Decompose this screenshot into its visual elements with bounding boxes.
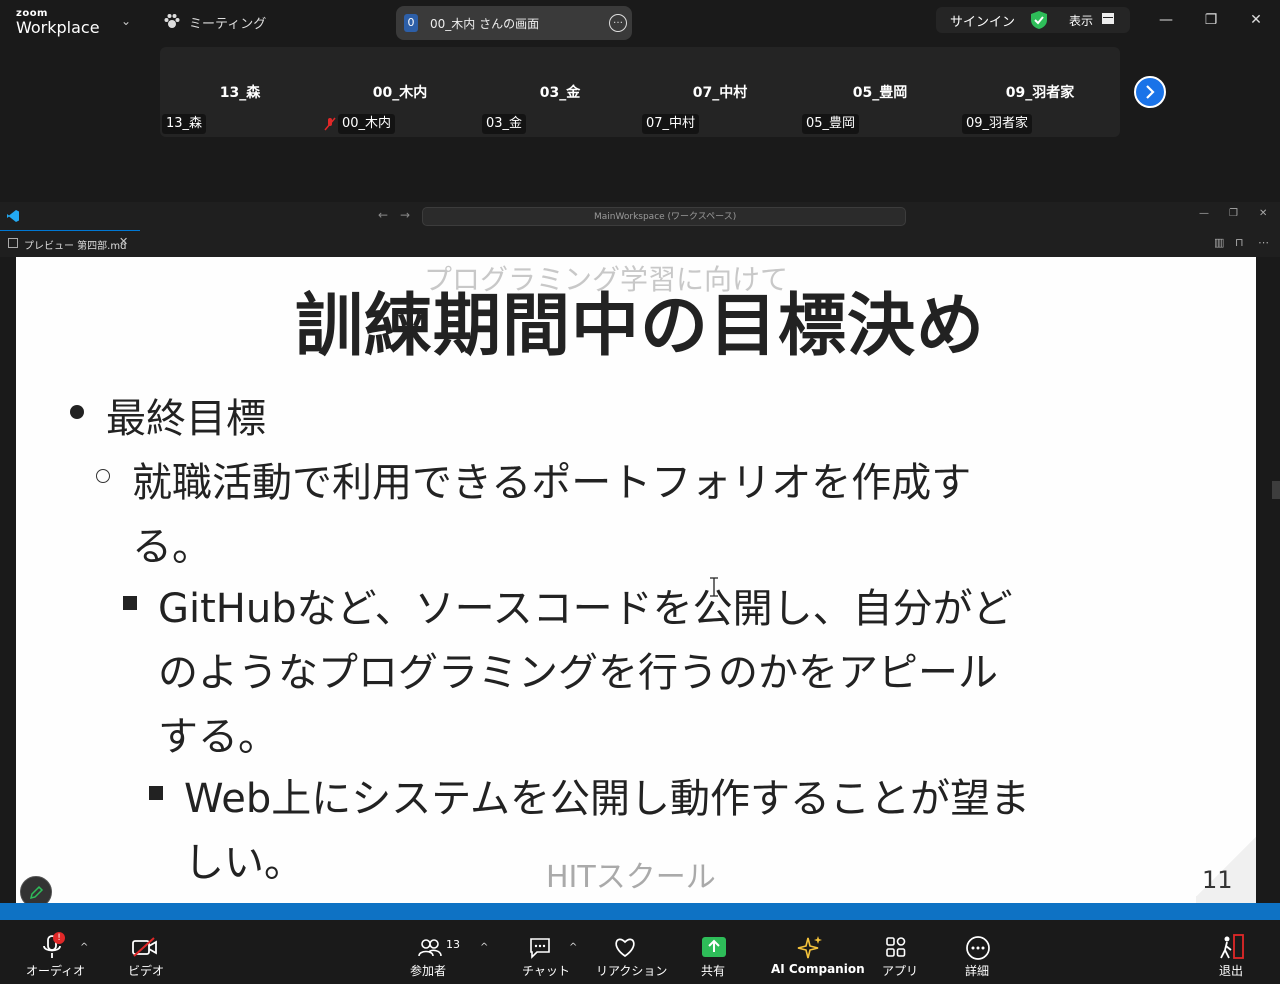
grid-icon[interactable]: [1102, 13, 1114, 24]
heart-icon[interactable]: [612, 936, 638, 958]
participants-icon[interactable]: [418, 938, 442, 958]
share-label: 00_木内 さんの画面: [430, 17, 540, 31]
pencil-icon: [29, 885, 44, 900]
chevron-down-icon[interactable]: ⌄: [121, 14, 131, 28]
bullet-level3-line1: GitHubなど、ソースコードを公開し、自分がど: [158, 586, 1013, 632]
bullet-level3-line3: する。: [158, 714, 278, 760]
audio-caret-icon[interactable]: ^: [80, 942, 88, 953]
participant-tile[interactable]: 05_豊岡 05_豊岡: [800, 47, 960, 137]
text-cursor-icon: [710, 577, 718, 597]
audio-label[interactable]: オーディオ: [26, 962, 85, 979]
bullet-level2-line2: る。: [132, 524, 212, 570]
vscode-minimize-icon[interactable]: —: [1199, 208, 1209, 219]
participant-tile[interactable]: 09_羽者家 09_羽者家: [960, 47, 1120, 137]
share-indicator-bar: [0, 903, 1280, 920]
bullet-square: [149, 786, 163, 800]
video-off-icon[interactable]: [132, 936, 158, 958]
participants-caret-icon[interactable]: ^: [480, 942, 488, 953]
mic-muted-icon: [324, 117, 336, 131]
more-actions-icon[interactable]: ⋯: [1258, 236, 1269, 249]
reactions-label[interactable]: リアクション: [596, 962, 667, 979]
more-label[interactable]: 詳細: [965, 962, 989, 979]
preview-icon: [8, 238, 18, 248]
participants-label[interactable]: 参加者: [410, 962, 446, 979]
share-screen-icon[interactable]: [702, 937, 726, 959]
sparkle-icon[interactable]: [797, 935, 823, 961]
leave-label[interactable]: 退出: [1219, 962, 1243, 979]
apps-label[interactable]: アプリ: [882, 962, 918, 979]
tab-label[interactable]: プレビュー 第四部.md: [24, 237, 126, 252]
participant-tile[interactable]: 00_木内 00_木内: [320, 47, 480, 137]
share-label[interactable]: 共有: [701, 962, 725, 979]
close-icon[interactable]: ✕: [1246, 10, 1266, 30]
chat-caret-icon[interactable]: ^: [569, 942, 577, 953]
slide-title: 訓練期間中の目標決め: [294, 287, 985, 366]
video-label[interactable]: ビデオ: [128, 962, 164, 979]
participant-tag: 03_金: [482, 114, 527, 134]
next-page-button[interactable]: [1134, 76, 1166, 108]
bullet-level4-line1: Web上にシステムを公開し動作することが望ま: [184, 776, 1031, 822]
editor-tab-bar: [0, 230, 1280, 257]
participant-tag: 13_森: [162, 114, 207, 134]
more-icon[interactable]: [965, 935, 991, 961]
signin-button[interactable]: サインイン: [950, 11, 1015, 30]
slide-page-number: 11: [1202, 866, 1233, 894]
participant-name: 03_金: [539, 85, 581, 101]
shield-icon[interactable]: [1031, 11, 1047, 29]
more-options-icon[interactable]: …: [609, 14, 627, 32]
restore-icon[interactable]: ❐: [1201, 10, 1221, 30]
bullet-square: [123, 596, 137, 610]
minimize-icon[interactable]: —: [1156, 10, 1176, 30]
participant-tag: 00_木内: [338, 114, 396, 134]
chat-icon[interactable]: [528, 936, 552, 960]
participant-tag: 07_中村: [642, 114, 700, 134]
participant-name: 00_木内: [372, 85, 428, 101]
participant-name: 13_森: [219, 85, 261, 101]
alert-badge: !: [53, 932, 65, 944]
bullet-level1: 最終目標: [106, 396, 266, 442]
participant-name: 05_豊岡: [852, 85, 908, 101]
split-editor-icon[interactable]: ▥: [1214, 236, 1224, 249]
vscode-close-icon[interactable]: ✕: [1259, 208, 1267, 219]
ai-companion-label[interactable]: AI Companion: [771, 962, 865, 976]
participant-tile[interactable]: 13_森 13_森: [160, 47, 320, 137]
bullet-circle: [96, 469, 110, 483]
participant-tile[interactable]: 03_金 03_金: [480, 47, 640, 137]
chat-label[interactable]: チャット: [522, 962, 570, 979]
participant-tag: 05_豊岡: [802, 114, 860, 134]
bullet-disc: [70, 405, 84, 419]
back-arrow-icon[interactable]: ←: [378, 208, 388, 222]
scrollbar-thumb[interactable]: [1272, 481, 1280, 499]
view-button[interactable]: 表示: [1069, 12, 1093, 29]
command-center-label: MainWorkspace (ワークスペース): [594, 212, 737, 222]
participant-tag: 09_羽者家: [962, 114, 1033, 134]
chevron-right-icon: [1146, 85, 1155, 99]
participant-name: 07_中村: [692, 85, 748, 101]
slide-footer: HITスクール: [546, 860, 716, 895]
participant-tile[interactable]: 07_中村 07_中村: [640, 47, 800, 137]
bullet-level3-line2: のようなプログラミングを行うのかをアピール: [158, 650, 998, 696]
meeting-label[interactable]: ミーティング: [189, 13, 266, 32]
participant-name: 09_羽者家: [1005, 85, 1075, 101]
bullet-level2-line1: 就職活動で利用できるポートフォリオを作成す: [132, 460, 972, 506]
zoom-logo: Workplace: [16, 18, 100, 37]
participants-count: 13: [446, 938, 460, 951]
forward-arrow-icon[interactable]: →: [400, 208, 410, 222]
tab-close-icon[interactable]: ✕: [119, 235, 128, 248]
leave-icon[interactable]: [1218, 934, 1246, 960]
vscode-restore-icon[interactable]: ❐: [1229, 208, 1238, 219]
vscode-logo-icon: [7, 210, 19, 222]
apps-icon[interactable]: [885, 936, 907, 958]
lock-icon[interactable]: ⊓: [1235, 236, 1244, 249]
share-count-badge: 0: [404, 14, 418, 32]
meeting-icon[interactable]: [163, 13, 181, 31]
bullet-level4-line2: しい。: [184, 840, 304, 886]
